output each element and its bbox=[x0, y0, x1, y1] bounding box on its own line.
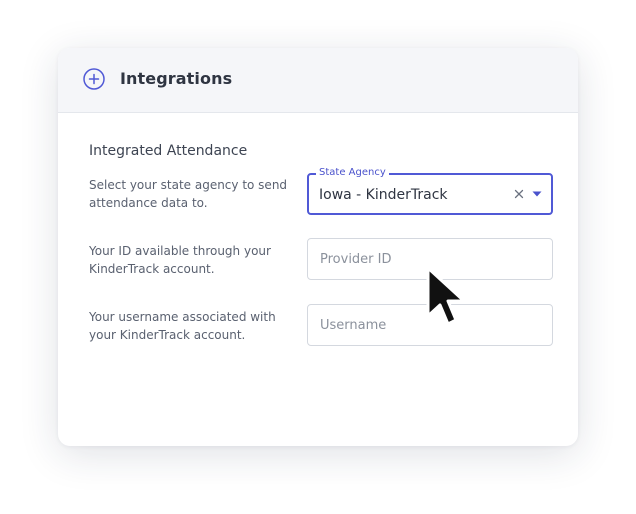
integrations-card: Integrations Integrated Attendance Selec… bbox=[58, 48, 578, 446]
plus-circle-icon[interactable] bbox=[83, 68, 105, 90]
arrow-pointer-icon bbox=[426, 266, 466, 326]
username-description: Your username associated with your Kinde… bbox=[89, 310, 276, 342]
provider-id-description: Your ID available through your KinderTra… bbox=[89, 244, 271, 276]
card-header: Integrations bbox=[58, 48, 578, 113]
page-title: Integrations bbox=[120, 69, 233, 88]
close-icon[interactable] bbox=[513, 188, 525, 200]
username-placeholder: Username bbox=[320, 318, 387, 333]
provider-id-placeholder: Provider ID bbox=[320, 252, 392, 267]
state-agency-label: State Agency bbox=[316, 166, 389, 180]
state-agency-description: Select your state agency to send attenda… bbox=[89, 178, 288, 210]
caret-down-icon[interactable] bbox=[531, 189, 543, 199]
state-agency-value: Iowa - KinderTrack bbox=[319, 187, 448, 203]
section-title: Integrated Attendance bbox=[89, 143, 248, 159]
state-agency-select[interactable]: State Agency Iowa - KinderTrack bbox=[307, 166, 553, 215]
